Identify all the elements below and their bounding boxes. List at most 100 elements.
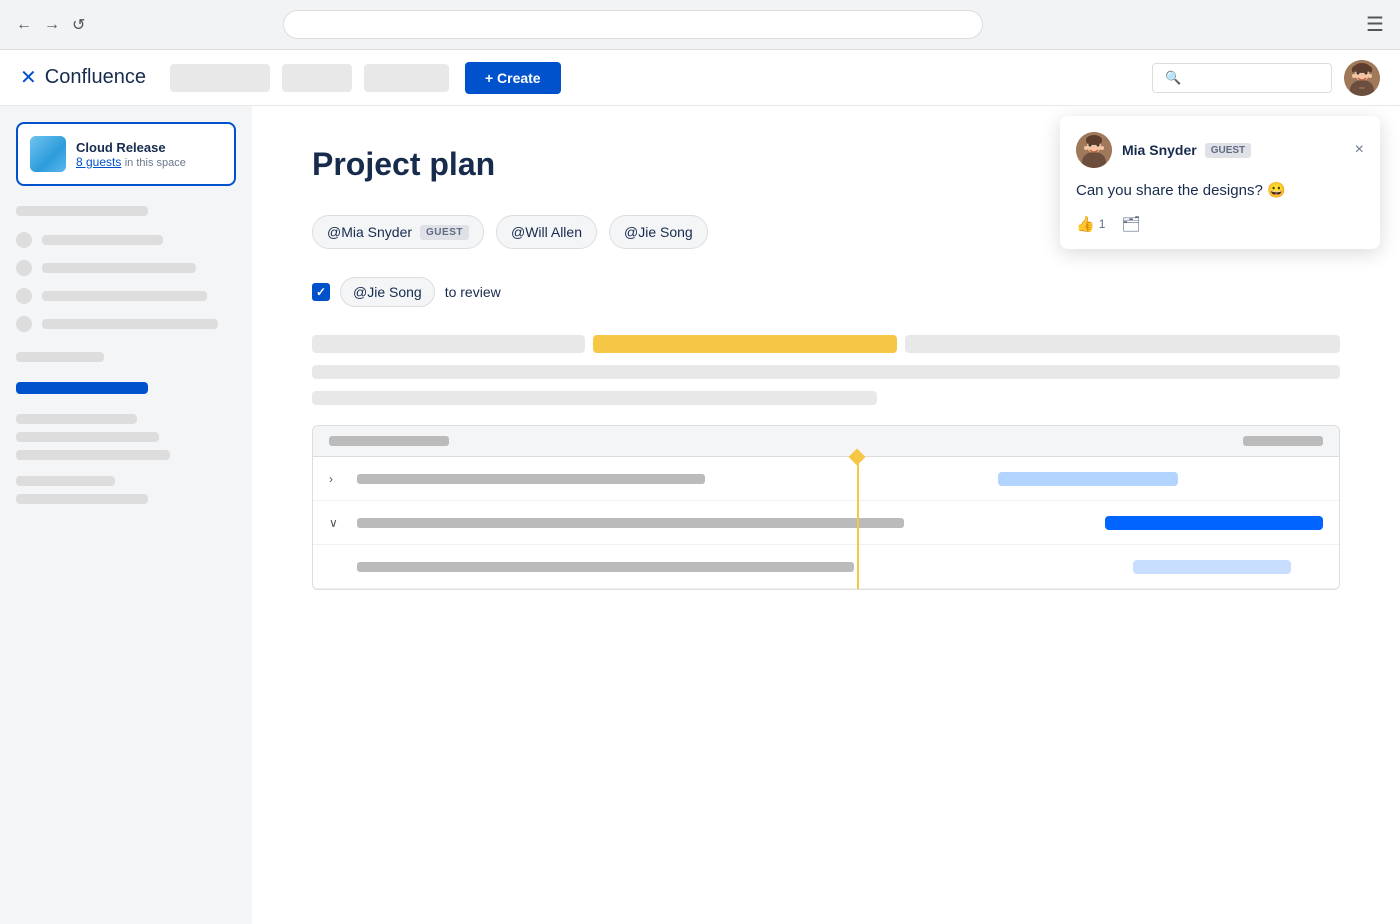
gantt-bar-1 (998, 472, 1179, 486)
gantt-label-1 (357, 474, 705, 484)
content-skeleton (312, 335, 1340, 405)
csk-bar-1 (312, 335, 585, 353)
avatar-svg (1344, 60, 1380, 96)
header-right: 🔍 (1152, 60, 1380, 96)
task-mention[interactable]: @Jie Song (340, 277, 435, 307)
comment-username: Mia Snyder (1122, 142, 1197, 158)
sk-below-2 (16, 432, 159, 442)
gantt-bar-area-1 (721, 469, 1323, 489)
logo-text: Confluence (45, 66, 146, 89)
logo: ✕ Confluence (20, 65, 146, 90)
gantt-row-3: › (313, 545, 1339, 589)
sk-below-3 (16, 450, 170, 460)
comment-header: Mia Snyder GUEST × (1076, 132, 1364, 168)
space-icon (30, 136, 66, 172)
sk-active-item[interactable] (16, 382, 148, 394)
space-guests-line: 8 guests in this space (76, 155, 186, 169)
gantt-header-sk-left (329, 436, 449, 446)
sk-line-1 (42, 235, 163, 245)
gantt-bar-3 (1133, 560, 1292, 574)
forward-button[interactable]: → (44, 16, 60, 34)
space-icon-img (30, 136, 66, 172)
like-count: 1 (1099, 217, 1106, 231)
comment-user-badge: GUEST (1205, 143, 1251, 158)
gantt-row-2: ∨ (313, 501, 1339, 545)
space-in-text: in this space (125, 157, 186, 169)
csk-row-2 (312, 365, 1340, 379)
nav-apps[interactable] (364, 64, 449, 92)
back-button[interactable]: ← (16, 16, 32, 34)
gantt-bar-area-2 (920, 513, 1323, 533)
comment-text: Can you share the designs? 😀 (1076, 180, 1364, 201)
browser-bar: ← → ↺ ☰ (0, 0, 1400, 50)
refresh-button[interactable]: ↺ (72, 15, 85, 35)
task-text: to review (445, 284, 501, 300)
csk-bar-4 (312, 391, 877, 405)
gantt-container: › ∨ › (312, 425, 1340, 590)
sidebar: Cloud Release 8 guests in this space (0, 106, 252, 924)
content-area: Project plan @Mia Snyder GUEST @Will All… (252, 106, 1400, 924)
sk-sub-1 (16, 352, 104, 362)
sidebar-skeleton (16, 206, 236, 504)
space-info: Cloud Release 8 guests in this space (76, 140, 186, 169)
sk-circle-1 (16, 232, 32, 248)
address-bar[interactable] (283, 10, 983, 39)
task-checkbox[interactable] (312, 283, 330, 301)
nav-spaces[interactable] (170, 64, 270, 92)
mention-jie[interactable]: @Jie Song (609, 215, 708, 249)
gantt-label-2 (357, 518, 904, 528)
csk-bar-yellow (593, 335, 897, 353)
sk-circle-4 (16, 316, 32, 332)
user-avatar[interactable] (1344, 60, 1380, 96)
comment-close-button[interactable]: × (1355, 141, 1364, 159)
gantt-bar-2 (1105, 516, 1323, 530)
mention-mia[interactable]: @Mia Snyder GUEST (312, 215, 484, 249)
sk-spacer (16, 352, 236, 370)
mention-will-text: @Will Allen (511, 224, 582, 240)
mention-mia-text: @Mia Snyder (327, 224, 412, 240)
mention-mia-badge: GUEST (420, 225, 469, 240)
space-card[interactable]: Cloud Release 8 guests in this space (16, 122, 236, 186)
gantt-body: › ∨ › (313, 457, 1339, 589)
confluence-logo-icon: ✕ (20, 65, 37, 90)
sk-line-4 (42, 319, 218, 329)
sk-line-2 (42, 263, 196, 273)
search-box[interactable]: 🔍 (1152, 63, 1332, 93)
gantt-header-sk-right (1243, 436, 1323, 446)
comment-avatar-svg (1076, 132, 1112, 168)
space-guests-link[interactable]: 8 guests (76, 155, 121, 169)
sk-below-4 (16, 476, 115, 486)
csk-row-3 (312, 391, 1340, 405)
gantt-header-right (826, 436, 1323, 446)
mention-will[interactable]: @Will Allen (496, 215, 597, 249)
gantt-row-1: › (313, 457, 1339, 501)
nav-people[interactable] (282, 64, 352, 92)
app-header: ✕ Confluence + Create 🔍 (0, 50, 1400, 106)
comment-avatar (1076, 132, 1112, 168)
gantt-expand-1[interactable]: › (329, 472, 341, 486)
sk-header-line (16, 206, 148, 216)
comment-popup: Mia Snyder GUEST × Can you share the des… (1060, 116, 1380, 249)
comment-like-button[interactable]: 👍 1 (1076, 215, 1105, 233)
gantt-header (313, 426, 1339, 457)
mention-jie-text: @Jie Song (624, 224, 693, 240)
csk-bar-3 (312, 365, 1340, 379)
sk-circle-2 (16, 260, 32, 276)
sk-row-1 (16, 232, 236, 248)
gantt-bar-area-3 (870, 557, 1323, 577)
gantt-label-3 (357, 562, 854, 572)
browser-menu-icon[interactable]: ☰ (1366, 12, 1384, 37)
create-button[interactable]: + Create (465, 62, 561, 94)
search-icon: 🔍 (1165, 70, 1181, 86)
gantt-expand-2[interactable]: ∨ (329, 516, 341, 530)
comment-actions: 👍 1 🗂 (1076, 215, 1364, 233)
sk-below-1 (16, 414, 137, 424)
sk-circle-3 (16, 288, 32, 304)
comment-archive-button[interactable]: 🗂 (1121, 215, 1140, 233)
sk-below-active (16, 414, 236, 504)
csk-bar-2 (905, 335, 1340, 353)
sk-row-3 (16, 288, 236, 304)
csk-row-1 (312, 335, 1340, 353)
comment-user-info: Mia Snyder GUEST (1122, 142, 1345, 158)
sk-row-4 (16, 316, 236, 332)
